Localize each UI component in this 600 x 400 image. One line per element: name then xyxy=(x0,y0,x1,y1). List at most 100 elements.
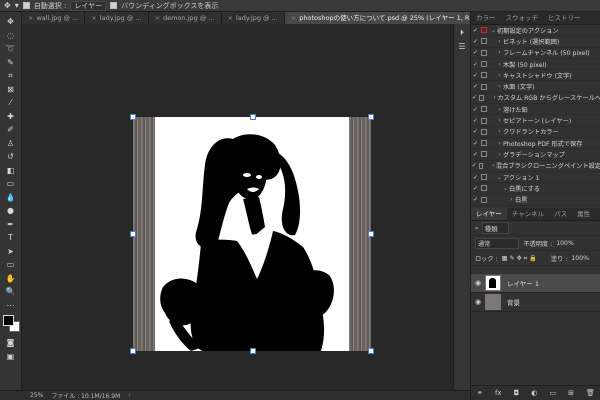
dialog-toggle-box[interactable] xyxy=(481,196,487,203)
chevron-right-icon[interactable]: › xyxy=(508,196,515,203)
action-item[interactable]: ✓ ⌄ アクション 1 xyxy=(471,172,600,184)
transform-handle[interactable] xyxy=(368,114,374,120)
dialog-toggle-box[interactable] xyxy=(481,117,487,124)
checkmark-icon[interactable]: ✓ xyxy=(471,38,480,45)
move-tool-icon[interactable]: ✥ xyxy=(4,16,18,28)
chevron-down-icon[interactable]: ⌄ xyxy=(490,27,497,34)
tab-paths[interactable]: パス xyxy=(549,208,572,220)
close-icon[interactable]: × xyxy=(155,14,160,22)
transform-handle[interactable] xyxy=(130,231,136,237)
chevron-right-icon[interactable]: › xyxy=(496,49,503,56)
checkmark-icon[interactable]: ✓ xyxy=(471,162,478,169)
checkmark-icon[interactable]: ✓ xyxy=(471,140,480,147)
color-swatches[interactable] xyxy=(2,315,20,332)
action-item[interactable]: ✓ › グラデーションマップ xyxy=(471,149,600,161)
tab-layers[interactable]: レイヤー xyxy=(471,208,507,220)
chevron-right-icon[interactable]: › xyxy=(496,72,503,79)
blur-tool-icon[interactable]: 💧 xyxy=(4,192,18,204)
checkmark-icon[interactable]: ✓ xyxy=(471,49,480,56)
chevron-down-icon[interactable]: ▾ xyxy=(15,1,19,10)
hand-tool-icon[interactable]: ✋ xyxy=(4,273,18,285)
dialog-toggle-box[interactable] xyxy=(481,128,487,135)
chevron-down-icon[interactable]: ⌄ xyxy=(496,174,503,181)
close-icon[interactable]: × xyxy=(28,14,33,22)
transform-handle[interactable] xyxy=(250,348,256,354)
chevron-right-icon[interactable]: › xyxy=(496,38,503,45)
dialog-toggle-box[interactable] xyxy=(481,72,487,79)
checkmark-icon[interactable]: ✓ xyxy=(471,117,480,124)
dialog-toggle-box[interactable] xyxy=(478,162,484,169)
eyedropper-tool-icon[interactable]: ⁄ xyxy=(4,97,18,109)
tab-lady-2[interactable]: × lady.jpg @ ... xyxy=(221,12,285,24)
history-brush-tool-icon[interactable]: ↺ xyxy=(4,151,18,163)
canvas-area[interactable] xyxy=(22,24,470,390)
dialog-toggle-box[interactable] xyxy=(481,61,487,68)
action-item[interactable]: ✓ › カスタム RGB からグレースケールへ xyxy=(471,93,600,105)
checkmark-icon[interactable]: ✓ xyxy=(471,83,480,90)
dialog-toggle-box[interactable] xyxy=(481,27,487,34)
layer-row-background[interactable]: ◉ 背景 xyxy=(471,293,600,312)
bounding-box-checkbox[interactable] xyxy=(110,2,118,9)
tab-channels[interactable]: チャンネル xyxy=(507,208,549,220)
tab-properties[interactable]: 属性 xyxy=(572,208,595,220)
quick-select-tool-icon[interactable]: ✎ xyxy=(4,57,18,69)
eye-icon[interactable]: ◉ xyxy=(471,298,485,306)
transform-handle[interactable] xyxy=(368,231,374,237)
close-icon[interactable]: × xyxy=(228,14,233,22)
action-item[interactable]: ✓ › 木製 (50 pixel) xyxy=(471,59,600,71)
action-item[interactable]: ✓ › 混合ブラシクローニングペイント設定 xyxy=(471,161,600,172)
brush-tool-icon[interactable]: ✐ xyxy=(4,124,18,136)
fx-icon[interactable]: fx xyxy=(495,389,502,397)
layer-select-dropdown[interactable]: レイヤー xyxy=(70,0,107,11)
action-item[interactable]: ✓ › 白黒 xyxy=(471,194,600,206)
chevron-right-icon[interactable]: › xyxy=(496,117,503,124)
dialog-toggle-box[interactable] xyxy=(481,38,487,45)
chevron-right-icon[interactable]: › xyxy=(496,61,503,68)
zoom-tool-icon[interactable]: 🔍 xyxy=(4,286,18,298)
dialog-toggle-box[interactable] xyxy=(481,140,487,147)
layer-row-layer1[interactable]: ◉ レイヤー 1 xyxy=(471,274,600,293)
tab-color[interactable]: カラー xyxy=(471,12,501,24)
eraser-tool-icon[interactable]: ◧ xyxy=(4,165,18,177)
foreground-color-swatch[interactable] xyxy=(2,315,14,326)
action-item[interactable]: ✓ › セピアトーン (レイヤー) xyxy=(471,115,600,127)
transform-handle[interactable] xyxy=(250,114,256,120)
link-icon[interactable]: ⚭ xyxy=(477,389,483,397)
tab-lady[interactable]: × lady.jpg @ ... xyxy=(85,12,149,24)
screen-mode-icon[interactable]: ▣ xyxy=(4,351,18,363)
marquee-tool-icon[interactable]: ◌ xyxy=(4,30,18,42)
checkmark-icon[interactable]: ✓ xyxy=(471,61,480,68)
auto-select-checkbox[interactable] xyxy=(22,2,30,9)
dialog-toggle-box[interactable] xyxy=(481,49,487,56)
zoom-level[interactable]: 25% xyxy=(30,392,43,399)
group-icon[interactable]: ▭ xyxy=(549,389,556,397)
action-item[interactable]: ✓ › 溶けた鉛 xyxy=(471,104,600,116)
crop-tool-icon[interactable]: ⌗ xyxy=(4,70,18,82)
new-layer-icon[interactable]: ⊞ xyxy=(568,389,574,397)
action-item[interactable]: ✓ ⌄ 白黒にする xyxy=(471,183,600,195)
fill-value[interactable]: 100% xyxy=(571,255,589,262)
eye-icon[interactable]: ◉ xyxy=(471,279,485,287)
tab-demon[interactable]: × demon.jpg @ ... xyxy=(148,12,222,24)
adjustment-icon[interactable]: ◐ xyxy=(531,389,537,397)
mask-icon[interactable]: ◘ xyxy=(514,389,520,397)
layer-name[interactable]: 背景 xyxy=(507,297,520,307)
action-item[interactable]: ✓ › クワドラントカラー xyxy=(471,127,600,138)
layer-kind-filter[interactable]: 種類 xyxy=(481,222,509,234)
type-tool-icon[interactable]: T xyxy=(4,232,18,244)
history-panel-icon[interactable]: ⏵ xyxy=(460,28,464,38)
path-select-tool-icon[interactable]: ➤ xyxy=(4,246,18,258)
lasso-tool-icon[interactable]: ➰ xyxy=(4,43,18,55)
dialog-toggle-box[interactable] xyxy=(481,151,487,158)
adjustments-panel-icon[interactable]: ☰ xyxy=(458,42,465,51)
dialog-toggle-box[interactable] xyxy=(479,94,485,101)
checkmark-icon[interactable]: ✓ xyxy=(471,106,480,113)
dialog-toggle-box[interactable] xyxy=(481,106,487,113)
checkmark-icon[interactable]: ✓ xyxy=(471,174,480,181)
close-icon[interactable]: × xyxy=(91,14,96,22)
gradient-tool-icon[interactable]: ▭ xyxy=(4,178,18,190)
layer-name[interactable]: レイヤー 1 xyxy=(507,278,539,288)
healing-brush-tool-icon[interactable]: ✚ xyxy=(4,111,18,123)
lock-icons[interactable]: ▦ ✎ ✥ ⌗ 🔒 xyxy=(502,254,537,263)
tab-photoshop-psd[interactable]: ×photoshopの使い方について.psd @ 25% (レイヤー 1, RG… xyxy=(284,12,470,24)
